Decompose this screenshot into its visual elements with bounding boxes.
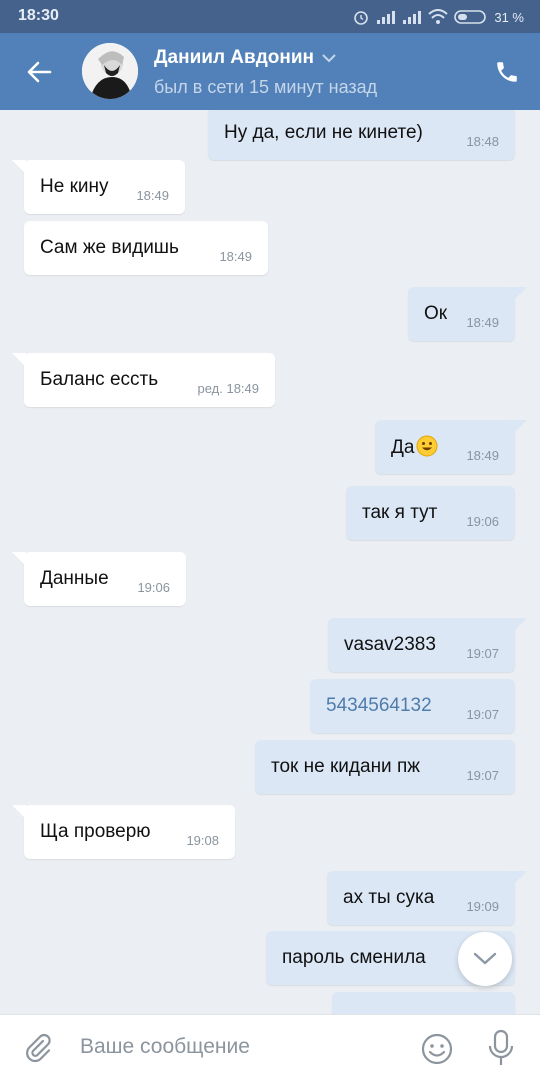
message-time: 19:07	[466, 768, 499, 783]
wifi-icon	[428, 9, 449, 24]
signal-icon-2	[403, 11, 422, 24]
last-seen-status: был в сети 15 минут назад	[154, 77, 378, 97]
message-text: vasav2383	[344, 634, 436, 655]
message-time: 18:49	[466, 315, 499, 330]
message-text: Данные	[40, 568, 109, 589]
paperclip-icon[interactable]	[22, 1032, 54, 1064]
alarm-icon	[354, 11, 369, 25]
signal-icon	[377, 11, 396, 24]
message-time: ред. 18:49	[197, 381, 259, 396]
message-incoming[interactable]: Не кину 18:49	[12, 160, 185, 214]
message-text: Да	[391, 435, 438, 459]
message-text: пароль сменила	[282, 947, 426, 968]
microphone-icon[interactable]	[486, 1029, 516, 1067]
message-text: Ща проверю	[40, 821, 151, 842]
message-time: 19:06	[466, 514, 499, 529]
message-text: Ну да, если не кинете)	[224, 122, 423, 143]
message-outgoing[interactable]: ток не кидани пж 19:07	[255, 740, 515, 794]
message-incoming[interactable]: Ща проверю 19:08	[12, 805, 235, 859]
battery-icon	[454, 10, 487, 24]
message-incoming[interactable]: Данные 19:06	[12, 552, 186, 606]
message-time: 19:07	[466, 707, 499, 722]
phone-number-link[interactable]: 5434564132	[326, 695, 432, 717]
avatar[interactable]	[82, 43, 138, 99]
chat-header: Даниил Авдонин был в сети 15 минут назад	[0, 33, 540, 110]
message-list[interactable]: Ну да, если не кинете) 18:48 Не кину 18:…	[0, 110, 540, 1014]
message-time: 18:49	[219, 249, 252, 264]
message-time: 19:08	[186, 833, 219, 848]
message-text: Сам же видишь	[40, 237, 179, 258]
message-outgoing[interactable]	[332, 992, 515, 1014]
phone-icon[interactable]	[494, 59, 520, 85]
message-outgoing[interactable]: так я тут 19:06	[346, 486, 515, 540]
status-time: 18:30	[18, 7, 59, 24]
message-text-content: Да	[391, 437, 415, 458]
back-arrow-icon[interactable]	[24, 57, 54, 87]
battery-percent: 31 %	[494, 9, 524, 25]
message-text: ах ты сука	[343, 887, 435, 908]
message-text: Ок	[424, 303, 448, 324]
contact-name-row[interactable]: Даниил Авдонин	[154, 47, 336, 69]
emoji-icon[interactable]	[420, 1032, 454, 1066]
chevron-down-icon	[322, 54, 336, 63]
message-text: Не кину	[40, 176, 109, 197]
smiley-emoji	[416, 435, 438, 457]
message-time: 19:06	[137, 580, 170, 595]
status-bar: 18:30 31 %	[0, 0, 540, 33]
message-time: 19:07	[466, 646, 499, 661]
message-input[interactable]: Ваше сообщение	[80, 1035, 250, 1059]
contact-name: Даниил Авдонин	[154, 47, 314, 68]
message-outgoing[interactable]: ах ты сука 19:09	[327, 871, 527, 925]
message-outgoing[interactable]: vasav2383 19:07	[328, 618, 527, 672]
message-text: Баланс ессть	[40, 369, 159, 390]
scroll-down-icon	[473, 952, 497, 965]
message-outgoing[interactable]: Ну да, если не кинете) 18:48	[208, 110, 515, 160]
scroll-down-button[interactable]	[458, 932, 512, 986]
message-time: 18:48	[466, 134, 499, 149]
message-incoming[interactable]: Баланс ессть ред. 18:49	[12, 353, 275, 407]
message-outgoing[interactable]: Да 18:49	[375, 420, 527, 474]
message-time: 18:49	[136, 188, 169, 203]
message-text: так я тут	[362, 502, 438, 523]
message-text: ток не кидани пж	[271, 756, 420, 777]
message-outgoing[interactable]: 5434564132 19:07	[310, 679, 515, 733]
message-time: 18:49	[466, 448, 499, 463]
message-incoming[interactable]: Сам же видишь 18:49	[24, 221, 268, 275]
status-icons: 31 %	[352, 8, 524, 26]
message-composer: Ваше сообщение	[0, 1014, 540, 1080]
message-outgoing[interactable]: Ок 18:49	[408, 287, 527, 341]
message-time: 19:09	[466, 899, 499, 914]
